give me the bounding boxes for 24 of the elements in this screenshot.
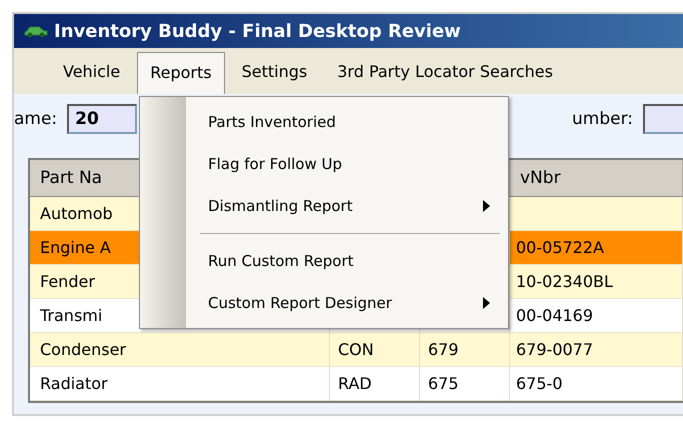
input-field[interactable]: 20 xyxy=(67,104,138,134)
table-cell: 10-02340BL xyxy=(510,265,683,299)
table-cell: 679-0077 xyxy=(510,333,683,367)
menu-item[interactable]: Vehicle xyxy=(50,51,134,91)
table-cell: 00-04169 xyxy=(510,299,683,333)
submenu-arrow-icon xyxy=(483,200,490,212)
table-cell: 00-05722A xyxy=(510,231,683,265)
table-cell: 675-0 xyxy=(510,367,683,401)
menu-entry[interactable]: Parts Inventoried xyxy=(140,101,508,143)
menu-item[interactable]: 3rd Party Locator Searches xyxy=(324,51,566,91)
table-cell: Radiator xyxy=(30,367,330,401)
menu-item[interactable]: Settings xyxy=(228,51,320,91)
menu-entry[interactable]: Flag for Follow Up xyxy=(140,143,508,185)
table-cell: 679 xyxy=(420,333,510,367)
window-title: Inventory Buddy - Final Desktop Review xyxy=(54,20,461,42)
column-header[interactable]: vNbr xyxy=(510,160,683,197)
table-cell: RAD xyxy=(330,367,420,401)
table-cell: 675 xyxy=(420,367,510,401)
field-label: ame: xyxy=(14,109,58,129)
table-cell: Condenser xyxy=(30,333,330,367)
table-cell: CON xyxy=(330,333,420,367)
submenu-arrow-icon xyxy=(483,297,490,309)
field-label: umber: xyxy=(572,109,633,129)
car-icon xyxy=(24,24,48,38)
